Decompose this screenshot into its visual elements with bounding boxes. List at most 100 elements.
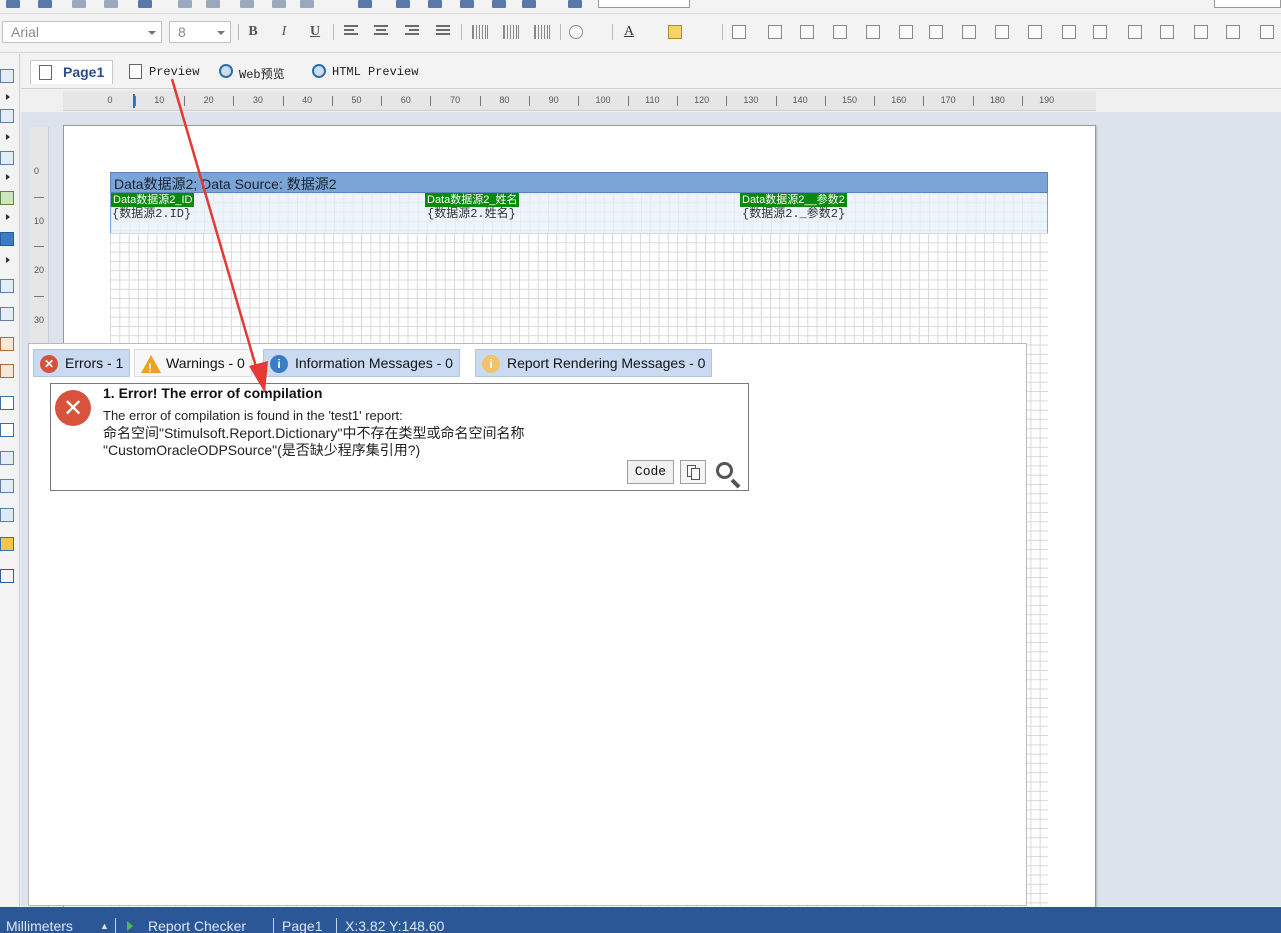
component-icon[interactable] [0, 232, 14, 246]
zoom-combo[interactable] [598, 0, 690, 8]
align-left-icon[interactable] [344, 25, 358, 39]
report-checker-button[interactable]: Report Checker [148, 918, 246, 933]
rich-text-icon[interactable] [0, 337, 14, 351]
grid-icon[interactable] [1128, 25, 1142, 39]
units-selector[interactable]: Millimeters [6, 918, 73, 933]
tab-page1[interactable]: Page1 [30, 60, 114, 84]
toolbar-combo[interactable] [1214, 0, 1281, 8]
toolbar-icon[interactable] [6, 0, 20, 8]
chart-icon[interactable] [0, 537, 14, 551]
cut-icon[interactable] [240, 0, 254, 8]
ruler-label: 130 [743, 95, 759, 105]
search-button[interactable] [714, 459, 744, 489]
align-tool-icon[interactable] [929, 25, 943, 39]
expand-arrow-icon[interactable] [6, 257, 10, 263]
italic-button[interactable]: I [275, 23, 293, 41]
spacing-icon[interactable] [1062, 25, 1076, 39]
tab-web-preview[interactable]: Web预览 [211, 60, 293, 84]
bold-button[interactable]: B [244, 23, 262, 41]
rotate-icon[interactable] [569, 25, 583, 39]
toolbar-icon[interactable] [104, 0, 118, 8]
tab-report-rendering-messages[interactable]: i Report Rendering Messages - 0 [475, 349, 713, 377]
spacing-icon[interactable] [1093, 25, 1107, 39]
tab-warnings[interactable]: ! Warnings - 0 [134, 349, 252, 377]
expand-arrow-icon[interactable] [6, 94, 10, 100]
align-tool-icon[interactable] [866, 25, 880, 39]
chevron-down-icon [217, 31, 225, 35]
underline-button[interactable]: U [306, 23, 324, 41]
separator [115, 918, 116, 933]
panel-icon[interactable] [0, 396, 14, 410]
tab-label: Page1 [63, 64, 105, 80]
tab-html-preview[interactable]: HTML Preview [304, 60, 426, 84]
valign-top-icon[interactable] [472, 25, 488, 39]
expand-arrow-icon[interactable] [6, 174, 10, 180]
toolbar-icon[interactable] [460, 0, 474, 8]
highlight-icon[interactable] [668, 25, 682, 39]
band-icon[interactable] [0, 69, 14, 83]
toolbar-icon[interactable] [138, 0, 152, 8]
send-back-icon[interactable] [1226, 25, 1240, 39]
copy-icon[interactable] [272, 0, 286, 8]
bring-front-icon[interactable] [1194, 25, 1208, 39]
table-icon[interactable] [0, 151, 14, 165]
copy-button[interactable] [680, 460, 706, 484]
align-center-icon[interactable] [374, 25, 388, 39]
field-expr-name[interactable]: {数据源2.姓名} [427, 204, 516, 221]
tools-icon[interactable] [0, 569, 14, 583]
toolbar-icon[interactable] [522, 0, 536, 8]
tab-preview[interactable]: Preview [121, 60, 207, 84]
font-name-combo[interactable]: Arial [2, 21, 162, 43]
web-preview-icon [219, 64, 233, 78]
size-tool-icon[interactable] [995, 25, 1009, 39]
text-block-icon[interactable] [0, 307, 14, 321]
toolbar-icon[interactable] [358, 0, 372, 8]
align-tool-icon[interactable] [833, 25, 847, 39]
code-button[interactable]: Code [627, 460, 674, 484]
valign-center-icon[interactable] [503, 25, 519, 39]
text-image-icon[interactable] [0, 364, 14, 378]
redo-icon[interactable] [206, 0, 220, 8]
field-expr-id[interactable]: {数据源2.ID} [112, 204, 191, 221]
toolbar-icon[interactable] [428, 0, 442, 8]
list-icon[interactable] [0, 451, 14, 465]
error-message: The error of compilation is found in the… [103, 408, 403, 423]
form-icon[interactable] [0, 479, 14, 493]
toolbar-icon[interactable] [396, 0, 410, 8]
grid-icon[interactable] [1160, 25, 1174, 39]
ruler-label: 160 [891, 95, 907, 105]
expand-arrow-icon[interactable] [6, 214, 10, 220]
align-right-icon[interactable] [405, 25, 419, 39]
size-tool-icon[interactable] [1028, 25, 1042, 39]
align-tool-icon[interactable] [800, 25, 814, 39]
ruler-tick [726, 96, 728, 106]
undo-icon[interactable] [178, 0, 192, 8]
toolbar-icon[interactable] [568, 0, 582, 8]
data-band-header[interactable]: Data数据源2; Data Source: 数据源2 [110, 172, 1048, 193]
expand-arrow-icon[interactable] [6, 134, 10, 140]
align-tool-icon[interactable] [768, 25, 782, 39]
paste-icon[interactable] [300, 0, 314, 8]
chevron-up-icon[interactable]: ▲ [100, 921, 109, 931]
rectangle-icon[interactable] [0, 423, 14, 437]
tab-information-messages[interactable]: i Information Messages - 0 [263, 349, 460, 377]
font-color-button[interactable]: A [620, 23, 638, 41]
data-band-body[interactable] [110, 193, 1048, 233]
field-expr-param[interactable]: {数据源2._参数2} [742, 204, 845, 221]
image-icon[interactable] [0, 191, 14, 205]
valign-bottom-icon[interactable] [534, 25, 550, 39]
align-tool-icon[interactable] [899, 25, 913, 39]
border-icon[interactable] [732, 25, 746, 39]
tab-errors[interactable]: ✕ Errors - 1 [33, 349, 131, 377]
picture-icon[interactable] [0, 508, 14, 522]
toolbar-icon[interactable] [492, 0, 506, 8]
toolbar-icon[interactable] [72, 0, 86, 8]
main-toolbar [0, 0, 1281, 14]
size-tool-icon[interactable] [962, 25, 976, 39]
align-justify-icon[interactable] [436, 25, 450, 39]
order-icon[interactable] [1260, 25, 1274, 39]
font-size-combo[interactable]: 8 [169, 21, 231, 43]
toolbar-icon[interactable] [38, 0, 52, 8]
crossband-icon[interactable] [0, 109, 14, 123]
text-icon[interactable] [0, 279, 14, 293]
